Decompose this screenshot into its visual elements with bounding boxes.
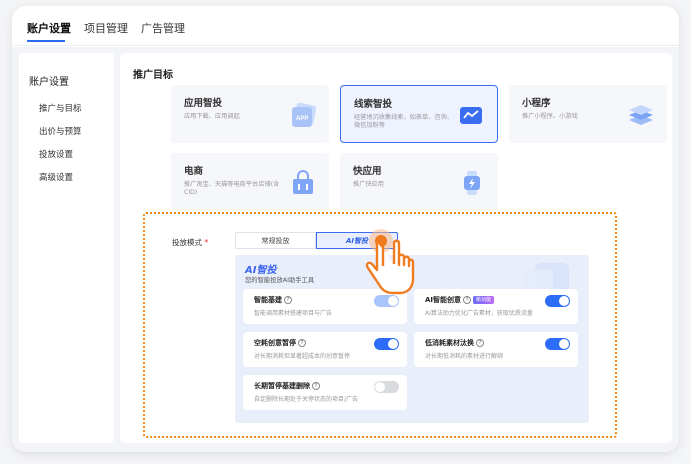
sidebar-title: 账户设置 xyxy=(29,77,69,88)
card-desc: 经营地沉收集线索，如表单、咨询、微信加粉等 xyxy=(354,114,453,129)
toggle-knob xyxy=(375,382,385,392)
tab-project-management[interactable]: 项目管理 xyxy=(84,20,128,36)
help-icon[interactable]: ? xyxy=(298,339,306,347)
help-icon[interactable]: ? xyxy=(476,339,484,347)
option-desc: 智能调用素材搭建项目与广告 xyxy=(254,310,333,317)
option-desc: 对长期低消耗的素材进行解绑 xyxy=(425,353,504,360)
goal-card-ecommerce[interactable]: 电商 推广淘宝、天猫等电商平台店铺(含CID) xyxy=(171,153,329,211)
option-pause-costly-creative: 空耗创意暂停? 对长期消耗但显著超成本的创意暂停 xyxy=(243,332,407,367)
toggle-switch[interactable] xyxy=(374,381,399,393)
toggle-switch[interactable] xyxy=(545,295,570,307)
goal-card-mini-program[interactable]: 小程序 推广小程序、小游戏 xyxy=(509,85,667,143)
toggle-switch[interactable] xyxy=(374,295,399,307)
delivery-mode-label: 投放模式 * xyxy=(172,237,208,248)
sidebar-item-bid-budget[interactable]: 出价与预算 xyxy=(39,125,82,137)
sidebar-item-advanced-settings[interactable]: 高级设置 xyxy=(39,171,73,183)
sidebar-item-delivery-settings[interactable]: 投放设置 xyxy=(39,148,73,160)
option-title: 低消耗素材汰换? xyxy=(425,338,484,348)
top-nav: 账户设置 项目管理 广告管理 xyxy=(12,6,679,46)
tab-account-settings[interactable]: 账户设置 xyxy=(27,20,71,36)
toggle-knob xyxy=(559,296,569,306)
toggle-switch[interactable] xyxy=(545,338,570,350)
card-desc: 推广淘宝、天猫等电商平台店铺(含CID) xyxy=(184,181,280,196)
card-desc: 推广小程序、小游戏 xyxy=(522,113,578,120)
option-title: 空耗创意暂停? xyxy=(254,338,306,348)
option-title-text: AI智能创意 xyxy=(425,296,462,304)
option-desc: 自定删除长期处于关停状态的项目/广告 xyxy=(254,396,359,403)
option-ai-creative: AI智能创意? 新功能 AI算法助力优化广告素材，获取优质流量 xyxy=(414,289,578,324)
option-title: 智能基建? xyxy=(254,295,292,305)
option-title-text: 智能基建 xyxy=(254,296,282,304)
card-title: 小程序 xyxy=(522,98,551,109)
required-mark: * xyxy=(204,238,209,247)
card-title: 电商 xyxy=(184,166,204,177)
card-desc: 推广快应用 xyxy=(353,181,384,188)
app-icon: APP xyxy=(292,102,317,127)
pointer-hand-icon xyxy=(365,229,415,295)
mode-label-text: 投放模式 xyxy=(172,238,202,247)
card-title: 快应用 xyxy=(353,166,382,177)
option-title: AI智能创意? 新功能 xyxy=(425,295,495,305)
option-title: 长期暂停基建删除? xyxy=(254,381,320,391)
tab-ad-management[interactable]: 广告管理 xyxy=(141,20,185,36)
goal-card-app[interactable]: 应用智投 应用下载、应用调起 APP xyxy=(171,85,329,143)
goal-card-leads[interactable]: 线索智投 经营地沉收集线索，如表单、咨询、微信加粉等 xyxy=(340,85,498,143)
ai-panel-title: AI智投 xyxy=(245,265,277,276)
active-tab-indicator xyxy=(27,40,65,42)
help-icon[interactable]: ? xyxy=(312,382,320,390)
option-title-text: 空耗创意暂停 xyxy=(254,339,296,347)
toggle-switch[interactable] xyxy=(374,338,399,350)
option-delete-paused-build: 长期暂停基建删除? 自定删除长期处于关停状态的项目/广告 xyxy=(243,375,407,410)
new-feature-badge: 新功能 xyxy=(473,296,495,304)
sidebar-item-promotion-goal[interactable]: 推广与目标 xyxy=(39,102,82,114)
goal-card-quick-app[interactable]: 快应用 推广快应用 xyxy=(340,153,498,211)
section-title: 推广目标 xyxy=(133,70,173,81)
toggle-knob xyxy=(388,339,398,349)
ai-panel-subtitle: 您的智能投放AI助手工具 xyxy=(245,277,315,284)
option-replace-low-material: 低消耗素材汰换? 对长期低消耗的素材进行解绑 xyxy=(414,332,578,367)
option-title-text: 长期暂停基建删除 xyxy=(254,382,310,390)
help-icon[interactable]: ? xyxy=(284,296,292,304)
card-title: 线索智投 xyxy=(354,99,393,110)
chart-icon xyxy=(460,107,482,124)
option-title-text: 低消耗素材汰换 xyxy=(425,339,474,347)
svg-text:APP: APP xyxy=(296,116,308,122)
shop-icon xyxy=(293,170,313,194)
sidebar: 账户设置 推广与目标 出价与预算 投放设置 高级设置 xyxy=(19,53,114,443)
option-desc: 对长期消耗但显著超成本的创意暂停 xyxy=(254,353,351,360)
help-icon[interactable]: ? xyxy=(463,296,472,304)
option-desc: AI算法助力优化广告素材，获取优质流量 xyxy=(425,310,533,317)
mode-normal-button[interactable]: 常规投放 xyxy=(235,232,316,249)
layers-icon xyxy=(629,105,653,125)
toggle-knob xyxy=(559,339,569,349)
toggle-knob xyxy=(388,296,398,306)
card-title: 应用智投 xyxy=(184,98,223,109)
watch-icon xyxy=(464,171,480,195)
card-desc: 应用下载、应用调起 xyxy=(184,113,240,120)
